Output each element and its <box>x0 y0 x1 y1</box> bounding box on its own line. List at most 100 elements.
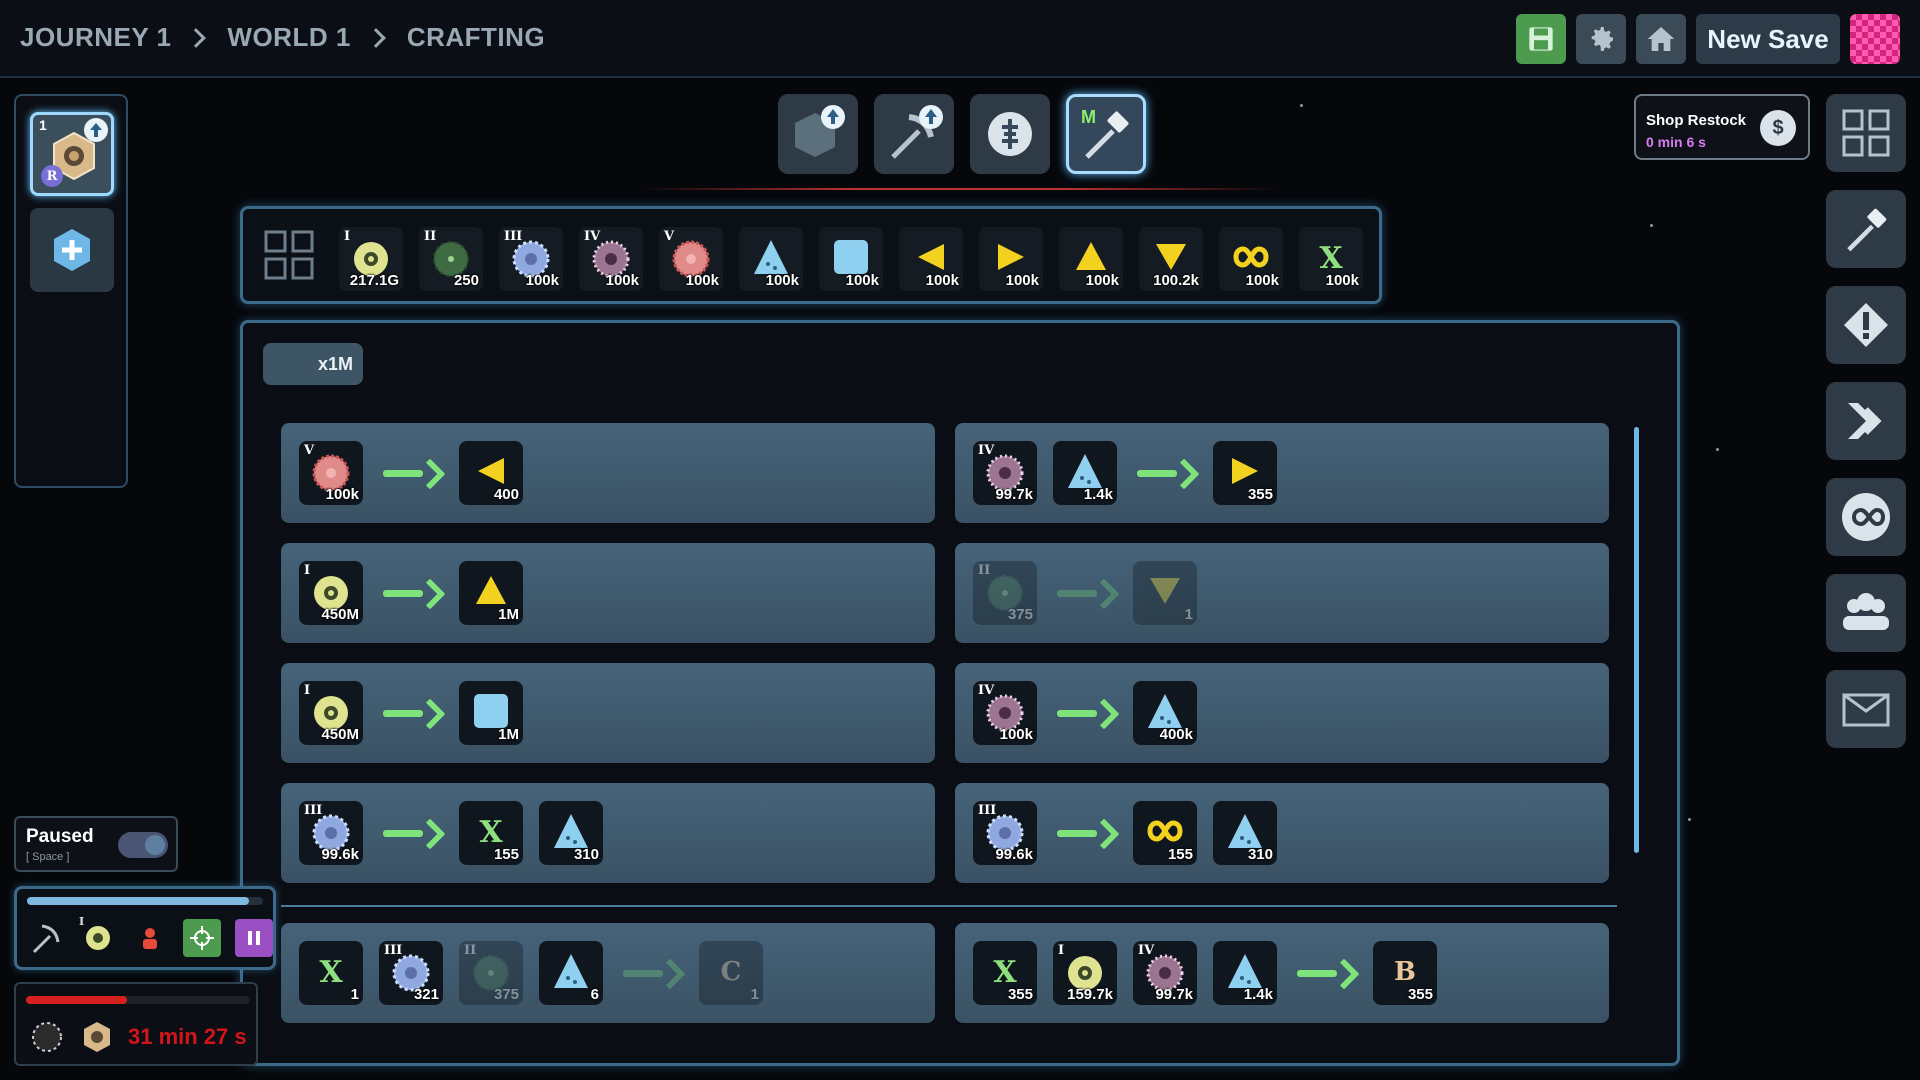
sidebar-infinity-button[interactable] <box>1826 478 1906 556</box>
item-slot[interactable]: 1.4k <box>1053 441 1117 505</box>
tab-upgrade-pickaxe[interactable] <box>874 94 954 174</box>
top-bar: JOURNEY 1 WORLD 1 CRAFTING New Save <box>0 0 1920 78</box>
save-button[interactable] <box>1516 14 1566 64</box>
slot-number: 1 <box>39 117 47 133</box>
item-slot[interactable]: 400 <box>459 441 523 505</box>
item-slot[interactable]: III 99.6k <box>299 801 363 865</box>
item-slot[interactable]: 100k <box>979 227 1043 291</box>
new-save-button[interactable]: New Save <box>1696 14 1840 64</box>
item-slot[interactable]: IV 99.7k <box>1133 941 1197 1005</box>
sidebar-grid-button[interactable] <box>1826 94 1906 172</box>
item-slot[interactable]: X 100k <box>1299 227 1363 291</box>
item-slot[interactable]: 400k <box>1133 681 1197 745</box>
sidebar-fast-forward-button[interactable] <box>1826 382 1906 460</box>
sidebar-alert-button[interactable] <box>1826 286 1906 364</box>
item-slot[interactable]: 355 <box>1213 441 1277 505</box>
tab-upgrade-hexagon[interactable] <box>778 94 858 174</box>
settings-button[interactable] <box>1576 14 1626 64</box>
item-slot[interactable]: III 99.6k <box>973 801 1037 865</box>
item-slot[interactable]: III 321 <box>379 941 443 1005</box>
multiplier-button[interactable]: x1M <box>263 343 363 385</box>
breadcrumb-crafting: CRAFTING <box>406 22 546 52</box>
item-slot[interactable]: X 155 <box>459 801 523 865</box>
ore-yellow-icon[interactable]: I <box>79 915 117 957</box>
item-slot[interactable]: III 100k <box>499 227 563 291</box>
item-tier: II <box>464 943 477 958</box>
item-slot[interactable]: II 250 <box>419 227 483 291</box>
item-slot[interactable]: B 355 <box>1373 941 1437 1005</box>
target-button[interactable] <box>183 919 221 957</box>
item-slot[interactable]: I 450M <box>299 681 363 745</box>
paused-label: Paused <box>26 826 94 847</box>
item-slot[interactable]: V 100k <box>659 227 723 291</box>
pickaxe-icon[interactable] <box>27 919 65 957</box>
sidebar-team-button[interactable] <box>1826 574 1906 652</box>
item-slot[interactable]: 100k <box>1059 227 1123 291</box>
item-slot[interactable]: II 375 <box>973 561 1037 625</box>
profile-avatar[interactable] <box>1850 14 1900 64</box>
item-slot[interactable]: 100k <box>1219 227 1283 291</box>
recipe-row[interactable]: II 375 1 <box>955 543 1609 643</box>
pause-button[interactable] <box>235 919 273 957</box>
item-slot[interactable]: V 100k <box>299 441 363 505</box>
item-slot[interactable]: IV 99.7k <box>973 441 1037 505</box>
item-slot[interactable]: 100k <box>739 227 803 291</box>
item-count: 99.7k <box>1155 986 1193 1003</box>
item-count: 100k <box>1085 272 1119 289</box>
recipe-row[interactable]: III 99.6k X 155 310 <box>281 783 935 883</box>
item-tier: I <box>304 683 311 698</box>
tab-currency[interactable] <box>970 94 1050 174</box>
recipe-row[interactable]: X 1 III 321 II 375 6 C 1 <box>281 923 935 1023</box>
item-slot[interactable]: I 159.7k <box>1053 941 1117 1005</box>
item-slot[interactable]: 6 <box>539 941 603 1005</box>
home-button[interactable] <box>1636 14 1686 64</box>
recipe-row[interactable]: IV 100k 400k <box>955 663 1609 763</box>
item-slot[interactable]: 1.4k <box>1213 941 1277 1005</box>
slot-1[interactable]: 1 R <box>30 112 114 196</box>
recipe-row[interactable]: V 100k 400 <box>281 423 935 523</box>
item-slot[interactable]: 100.2k <box>1139 227 1203 291</box>
item-slot[interactable]: 310 <box>1213 801 1277 865</box>
item-count: 100k <box>1245 272 1279 289</box>
paused-shortcut: [ Space ] <box>26 851 70 863</box>
item-slot[interactable]: C1 <box>699 941 763 1005</box>
svg-text:X: X <box>319 955 343 990</box>
shop-restock[interactable]: Shop Restock 0 min 6 s $ <box>1634 94 1810 160</box>
floppy-icon <box>1529 27 1553 51</box>
item-count: 310 <box>1247 846 1273 863</box>
item-slot[interactable]: I 450M <box>299 561 363 625</box>
item-slot[interactable]: 155 <box>1133 801 1197 865</box>
recipe-row[interactable]: IV 99.7k 1.4k 355 <box>955 423 1609 523</box>
pause-toggle[interactable]: Paused [ Space ] <box>14 816 178 872</box>
sidebar-hammer-button[interactable] <box>1826 190 1906 268</box>
grid-icon[interactable] <box>263 229 315 281</box>
tab-hammer[interactable]: M <box>1066 94 1146 174</box>
recipe-row[interactable]: I 450M 1M <box>281 663 935 763</box>
item-slot[interactable]: 1M <box>459 561 523 625</box>
pause-switch[interactable] <box>118 832 168 858</box>
recipe-row[interactable]: III 99.6k 155 310 <box>955 783 1609 883</box>
recipe-scrollbar[interactable] <box>1634 427 1639 853</box>
item-slot[interactable]: 100k <box>899 227 963 291</box>
item-count: 355 <box>1247 486 1273 503</box>
item-slot[interactable]: 1 <box>1133 561 1197 625</box>
worker-icon[interactable] <box>131 919 169 957</box>
breadcrumb-journey[interactable]: JOURNEY 1 <box>20 22 171 53</box>
item-slot[interactable]: I 217.1G <box>339 227 403 291</box>
sidebar-mail-button[interactable] <box>1826 670 1906 748</box>
item-slot[interactable]: 310 <box>539 801 603 865</box>
item-slot[interactable]: II 375 <box>459 941 523 1005</box>
recipe-row[interactable]: X 355 I 159.7k IV 99.7k 1.4k B 355 <box>955 923 1609 1023</box>
item-slot[interactable]: X 355 <box>973 941 1037 1005</box>
item-slot[interactable]: IV 100k <box>973 681 1037 745</box>
breadcrumb-world[interactable]: WORLD 1 <box>227 22 350 53</box>
recipe-row[interactable]: I 450M 1M <box>281 543 935 643</box>
item-slot[interactable]: IV 100k <box>579 227 643 291</box>
timer-panel: 31 min 27 s <box>14 982 258 1066</box>
mail-icon <box>1842 693 1890 727</box>
miner-progress-bar <box>27 897 263 905</box>
item-slot[interactable]: 1M <box>459 681 523 745</box>
item-slot[interactable]: X1 <box>299 941 363 1005</box>
add-slot-button[interactable] <box>30 208 114 292</box>
item-slot[interactable]: 100k <box>819 227 883 291</box>
